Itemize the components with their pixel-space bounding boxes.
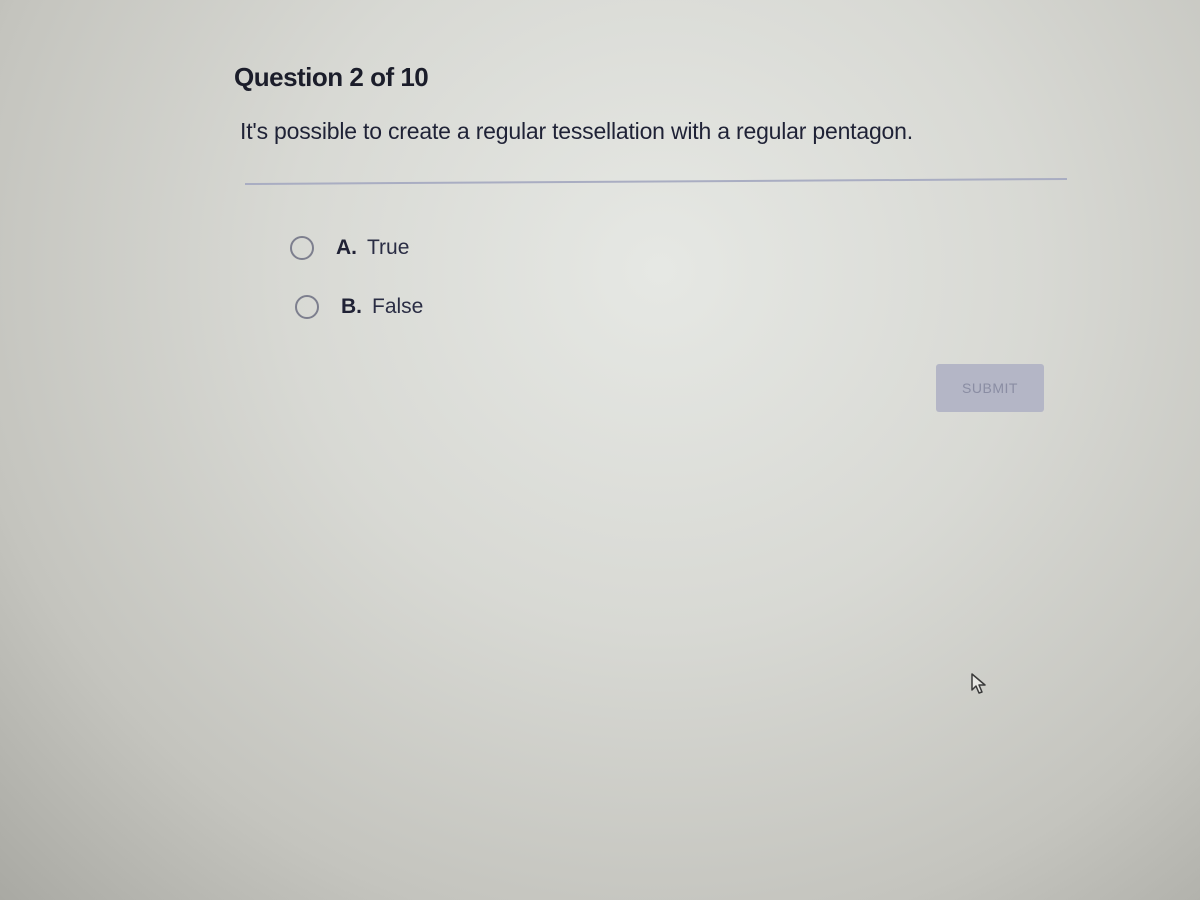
- divider: [244, 177, 1067, 185]
- question-counter: Question 2 of 10: [234, 62, 429, 92]
- mouse-pointer-icon: [971, 673, 986, 694]
- submit-button[interactable]: SUBMIT: [936, 364, 1044, 412]
- option-letter: B.: [341, 295, 362, 318]
- radio-button-b[interactable]: [295, 295, 319, 319]
- option-b[interactable]: B. False: [295, 295, 423, 319]
- option-a[interactable]: A. True: [290, 236, 409, 260]
- option-letter: A.: [336, 236, 357, 259]
- quiz-screen: Question 2 of 10 It's possible to create…: [0, 0, 1200, 900]
- question-text: It's possible to create a regular tessel…: [240, 118, 913, 144]
- option-label: True: [367, 236, 410, 259]
- radio-button-a[interactable]: [290, 236, 314, 260]
- option-label: False: [372, 295, 424, 318]
